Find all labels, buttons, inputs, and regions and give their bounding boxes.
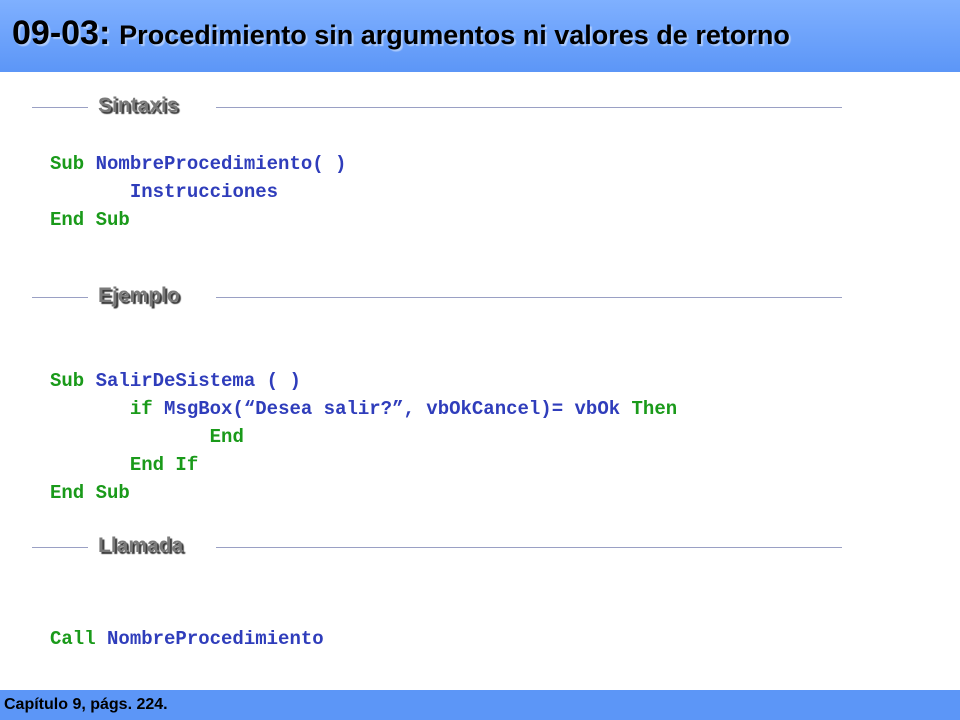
divider-right [216, 107, 842, 108]
divider-right [216, 297, 842, 298]
code-keyword: Sub [50, 153, 96, 175]
code-text: Instrucciones [129, 181, 279, 203]
footer-bar: Capítulo 9, págs. 224. [0, 690, 960, 720]
syntax-code-block: Sub NombreProcedimiento( ) Instrucciones… [50, 150, 346, 234]
divider-left [32, 297, 88, 298]
title-number: 09-03: [12, 14, 111, 52]
code-text: SalirDeSistema [95, 370, 256, 392]
code-text: NombreProcedimiento( ) [95, 153, 347, 175]
divider-left [32, 547, 88, 548]
code-keyword: End Sub [50, 209, 130, 231]
section-label-syntax: Sintaxis [98, 94, 179, 117]
code-keyword: if [129, 398, 165, 420]
code-keyword: End If [129, 454, 199, 476]
code-keyword: End [209, 426, 244, 448]
code-text: NombreProcedimiento [107, 628, 324, 650]
section-label-call: Llamada [98, 534, 184, 557]
title-text: Procedimiento sin argumentos ni valores … [119, 20, 790, 50]
code-text: MsgBox(“Desea salir?”, vbOkCancel)= vbOk [164, 398, 632, 420]
section-example: Ejemplo [32, 284, 842, 314]
divider-left [32, 107, 88, 108]
code-keyword: End Sub [50, 482, 130, 504]
code-keyword: Call [50, 628, 108, 650]
call-code-block: Call NombreProcedimiento [50, 625, 324, 653]
code-text: ( ) [255, 370, 301, 392]
section-label-example: Ejemplo [98, 284, 180, 307]
footer-reference: Capítulo 9, págs. 224. [4, 696, 168, 713]
slide-title: 09-03: Procedimiento sin argumentos ni v… [12, 14, 790, 53]
section-call: Llamada [32, 534, 842, 564]
divider-right [216, 547, 842, 548]
code-keyword: Sub [50, 370, 96, 392]
title-bar: 09-03: Procedimiento sin argumentos ni v… [0, 0, 960, 72]
example-code-block: Sub SalirDeSistema ( ) if MsgBox(“Desea … [50, 367, 677, 507]
section-syntax: Sintaxis [32, 94, 842, 124]
code-keyword: Then [631, 398, 678, 420]
